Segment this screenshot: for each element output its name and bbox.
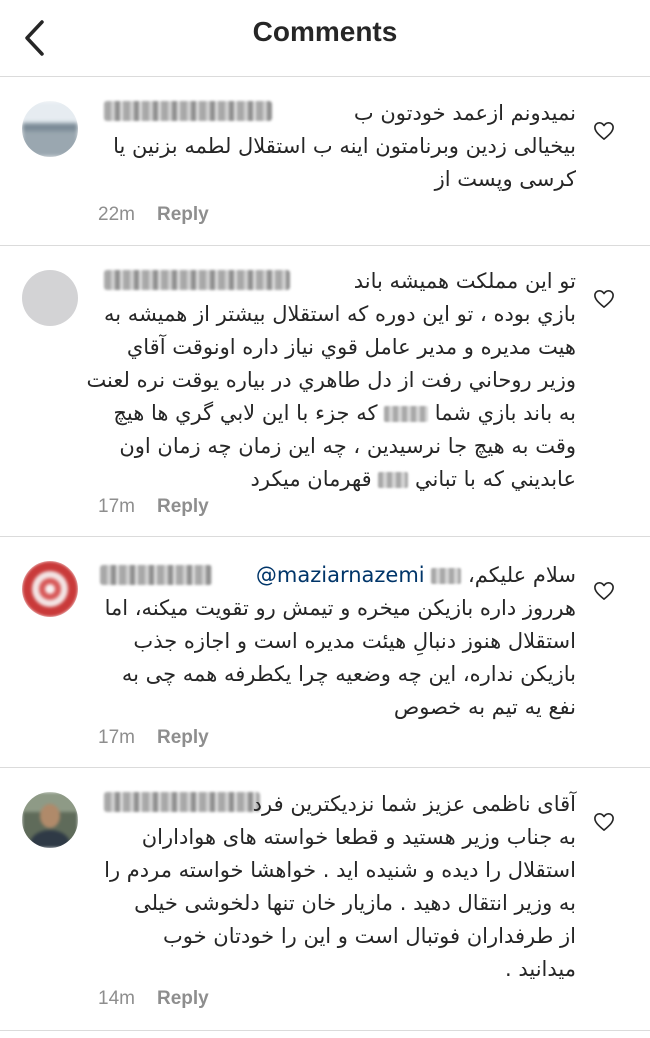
comment-meta: 17m Reply (98, 727, 209, 749)
redacted-text (378, 472, 409, 488)
comment-timestamp: 17m (98, 727, 135, 748)
header-bar: Comments (0, 0, 650, 77)
comment-text: آقای ناظمی عزیز شما نزدیکترین فرد به جنا… (104, 792, 576, 981)
comment-timestamp: 17m (98, 496, 135, 517)
comment-item: jamal_a805 آقای ناظمی عزیز شما نزدیکترین… (0, 768, 650, 1030)
avatar[interactable] (22, 561, 78, 617)
comment-text: نمیدونم ازعمد خودتون ب بیخیالی زدین وبرن… (113, 101, 576, 191)
avatar[interactable] (22, 101, 78, 157)
reply-button[interactable]: Reply (157, 988, 209, 1009)
comment-line-with-redaction: عابديني كه با تباني قهرمان ميكرد (250, 467, 576, 491)
mention-link[interactable]: @maziarnazemi (256, 563, 425, 587)
heart-icon[interactable] (593, 812, 615, 832)
comment-item: hassanimas7044 نمیدونم ازعمد خودتون ب بی… (0, 77, 650, 245)
comment-item: mehdi_bader سلام علیکم، @maziarnazemi هر… (0, 537, 650, 767)
heart-icon[interactable] (593, 581, 615, 601)
comment-line-greeting: سلام علیکم، (468, 563, 576, 587)
comment-text: سلام علیکم، @maziarnazemi هرروز داره باز… (104, 563, 576, 719)
avatar[interactable] (22, 792, 78, 848)
divider (0, 1030, 650, 1031)
heart-icon[interactable] (593, 289, 615, 309)
comment-meta: 14m Reply (98, 988, 209, 1010)
comment-meta: 22m Reply (98, 204, 209, 226)
redacted-text (384, 406, 429, 422)
comment-meta: 17m Reply (98, 496, 209, 518)
comment-line-with-redaction: به باند بازي شما كه جزء با اين لابي گري … (113, 401, 576, 425)
avatar[interactable] (22, 270, 78, 326)
page-title: Comments (252, 16, 398, 47)
comment-timestamp: 22m (98, 204, 135, 225)
reply-button[interactable]: Reply (157, 496, 209, 517)
comment-text: تو اين مملكت هميشه باند بازي بوده ، تو ا… (86, 265, 576, 496)
redacted-text (431, 568, 462, 584)
comment-item: hassanghasemi77 تو اين مملكت هميشه باند … (0, 246, 650, 536)
heart-icon[interactable] (593, 121, 615, 141)
reply-button[interactable]: Reply (157, 204, 209, 225)
comment-timestamp: 14m (98, 988, 135, 1009)
reply-button[interactable]: Reply (157, 727, 209, 748)
